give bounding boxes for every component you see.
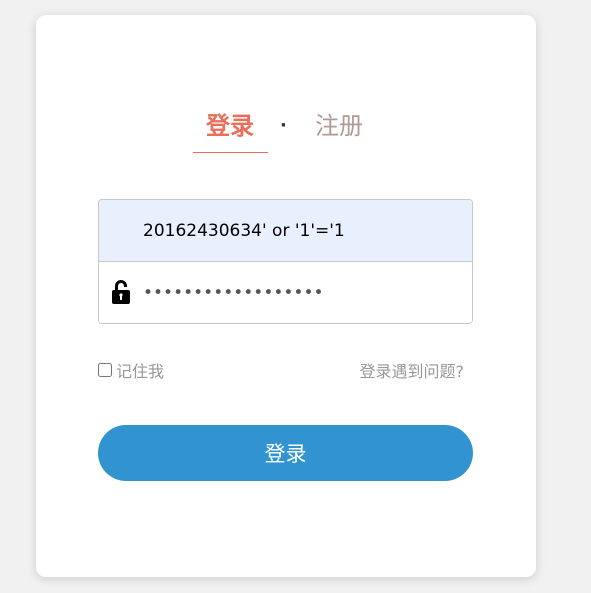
- tab-login[interactable]: 登录: [206, 111, 254, 141]
- active-tab-underline: [193, 152, 268, 153]
- tab-register[interactable]: 注册: [315, 111, 363, 141]
- login-card: 登录 · 注册 记住我 登录遇到问题? 登录: [36, 15, 536, 577]
- lock-icon: [112, 280, 130, 304]
- remember-me[interactable]: 记住我: [98, 358, 164, 382]
- login-problem-link[interactable]: 登录遇到问题?: [360, 358, 465, 382]
- login-button[interactable]: 登录: [98, 425, 473, 481]
- remember-label: 记住我: [116, 362, 165, 381]
- credentials-group: [98, 199, 473, 324]
- username-input[interactable]: [143, 200, 463, 261]
- password-row: [99, 262, 472, 323]
- tab-separator: ·: [280, 115, 287, 136]
- remember-checkbox[interactable]: [98, 363, 112, 377]
- username-row: [99, 200, 472, 262]
- password-input[interactable]: [143, 262, 463, 323]
